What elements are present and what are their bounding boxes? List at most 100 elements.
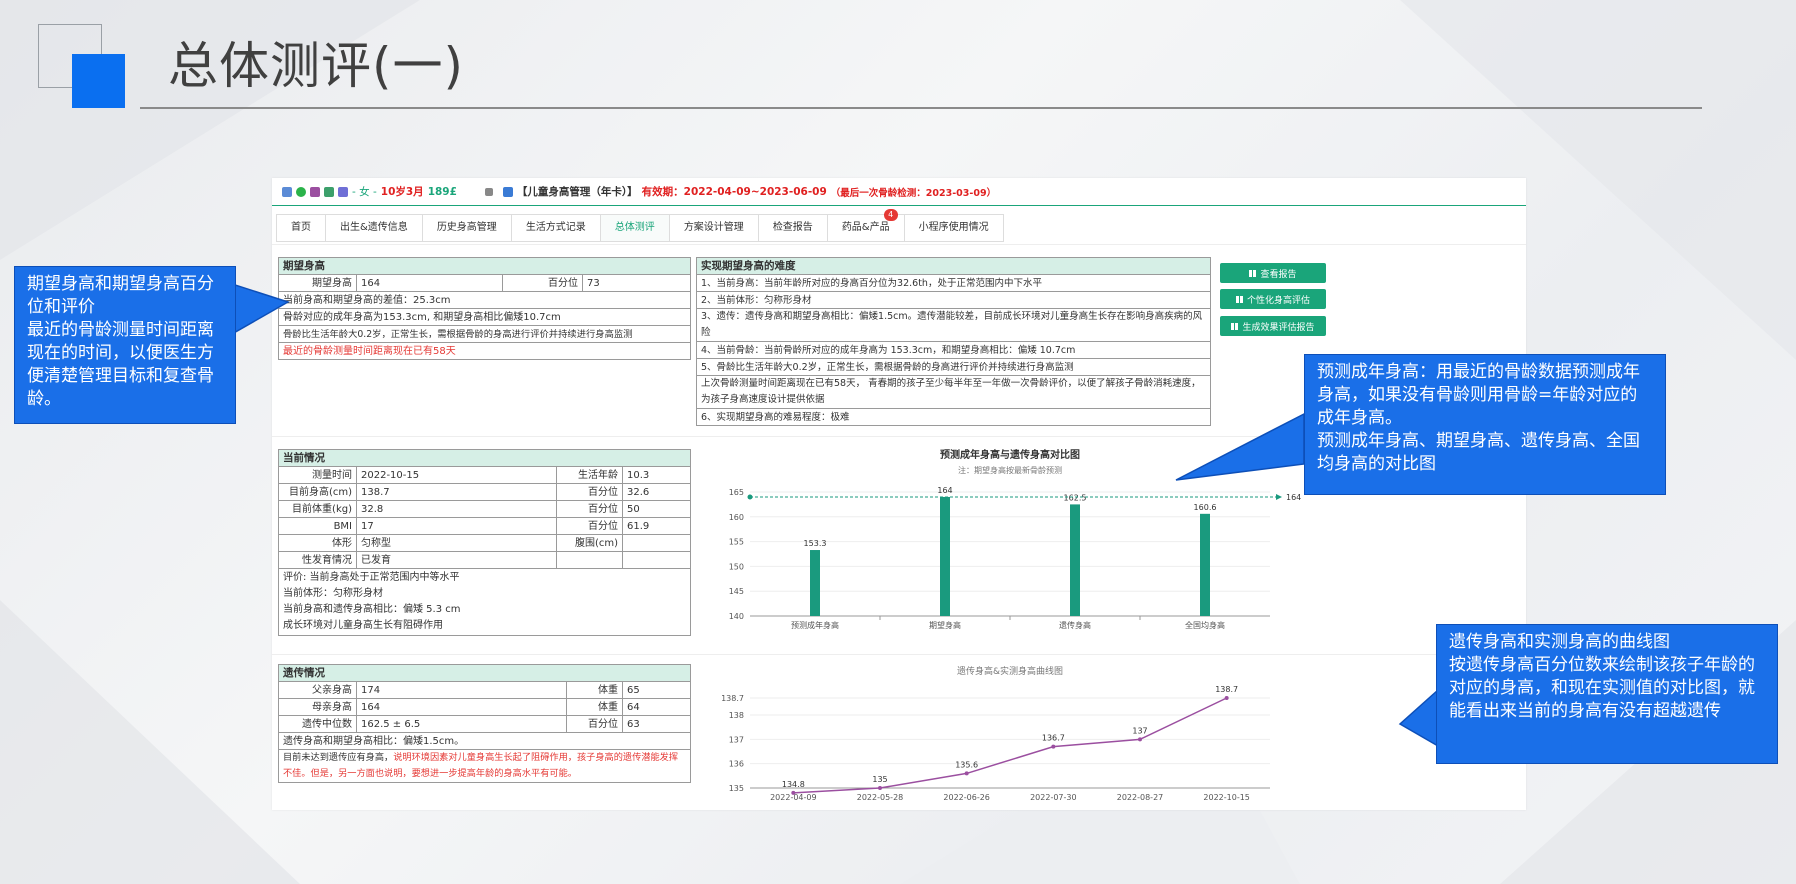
y-tick-label: 135 (729, 784, 744, 793)
difficulty-table: 实现期望身高的难度 1、当前身高：当前年龄所对应的身高百分位为32.6th，处于… (696, 257, 1211, 426)
bar (810, 550, 820, 616)
grid-icon (1235, 295, 1243, 303)
current-label (556, 551, 623, 569)
current-situation-table: 当前情况 测量时间 2022-10-15 生活年龄 10.3 目前身高(cm) 138.… (278, 449, 691, 636)
current-label: 目前身高(cm) (278, 483, 357, 501)
evaluation-line: 评价: 当前身高处于正常范围内中等水平 (283, 572, 460, 583)
data-label: 138.7 (1215, 685, 1238, 694)
line-chart-height-curve: 遗传身高&实测身高曲线图 135 136 137 138 138.7 134.8 2022-0… (721, 665, 1270, 802)
x-tick-label: 预测成年身高 (791, 620, 839, 630)
difficulty-item: 2、当前体形：匀称形身材 (696, 291, 1211, 309)
decorative-square-blue (72, 54, 125, 108)
reference-start-point (747, 494, 753, 500)
genetic-value: 162.5 ± 6.5 (356, 715, 567, 733)
tab-birth-genetic[interactable]: 出生&遗传信息 (325, 214, 422, 242)
grid-icon (1249, 269, 1257, 277)
tab-reports[interactable]: 检查报告 (757, 214, 827, 242)
expected-line: 骨龄对应的成年身高为153.3cm, 和期望身高相比偏矮10.7cm (278, 308, 691, 326)
current-value: 已发育 (356, 551, 557, 569)
y-tick-label: 160 (729, 513, 744, 522)
current-value: 50 (622, 500, 691, 518)
personal-evaluation-button[interactable]: 个性化身高评估 (1220, 289, 1326, 309)
bar-value-label: 160.6 (1194, 503, 1217, 512)
bar (1200, 513, 1210, 616)
personal-evaluation-label: 个性化身高评估 (1246, 295, 1310, 306)
callout-bottom-right: 遗传身高和实测身高的曲线图 按遗传身高百分位数来绘制该孩子年龄的对应的身高，和现… (1436, 624, 1778, 764)
y-tick-label: 145 (729, 587, 744, 596)
chart-title: 预测成年身高与遗传身高对比图 (940, 448, 1080, 461)
genetic-line: 遗传身高和期望身高相比：偏矮1.5cm。 (278, 732, 691, 750)
data-label: 135.6 (955, 760, 978, 769)
tab-miniprogram[interactable]: 小程序使用情况 (903, 214, 1004, 242)
callout-pointer-left (232, 284, 290, 335)
genetic-value: 64 (622, 698, 691, 716)
genetic-note-a: 目前未达到遗传应有身高， (283, 752, 394, 763)
genetic-value: 174 (356, 681, 567, 699)
genetic-label: 体重 (566, 698, 623, 716)
tab-lifestyle[interactable]: 生活方式记录 (510, 214, 600, 242)
last-bone-age-check: （最后一次骨龄检测：2023-03-09） (830, 187, 997, 199)
tab-products[interactable]: 药品&产品 4 (826, 209, 904, 242)
current-value: 61.9 (622, 517, 691, 535)
callout-pointer-top-right (1175, 412, 1305, 481)
evaluation-line: 当前身高和遗传身高相比：偏矮 5.3 cm (283, 604, 461, 615)
y-tick-label: 165 (729, 488, 744, 497)
difficulty-item: 上次骨龄测量时间距离现在已有58天， 青春期的孩子至少每半年至一年做一次骨龄评价… (696, 375, 1211, 409)
expected-line: 当前身高和期望身高的差值：25.3cm (278, 291, 691, 309)
current-label: 性发育情况 (278, 551, 357, 569)
generate-report-button[interactable]: 生成效果评估报告 (1220, 316, 1326, 336)
tab-home[interactable]: 首页 (276, 214, 325, 242)
current-value: 10.3 (622, 466, 691, 484)
data-label: 136.7 (1042, 734, 1065, 743)
person-icon (282, 186, 292, 197)
x-tick-label: 2022-05-28 (857, 793, 904, 802)
plan-name: 【儿童身高管理（年卡）】 (516, 186, 638, 198)
current-value: 32.6 (622, 483, 691, 501)
bar-value-label: 153.3 (804, 539, 827, 548)
tab-divider (272, 244, 1526, 245)
current-label: 体形 (278, 534, 357, 552)
callout-left: 期望身高和期望身高百分位和评价 最近的骨龄测量时间距离现在的时间，以便医生方便清… (14, 266, 236, 424)
current-value: 17 (356, 517, 557, 535)
current-label: 百分位 (556, 483, 623, 501)
validity: 有效期：2022-04-09~2023-06-09 (641, 186, 827, 198)
bone-age-days-line: 最近的骨龄测量时间距离现在已有58天 (278, 342, 691, 360)
data-point (1138, 737, 1142, 742)
y-tick-label: 138.7 (721, 694, 744, 703)
edit-icon[interactable] (484, 187, 493, 196)
chart-subtitle: 注：期望身高按最新骨龄预测 (958, 465, 1062, 475)
current-label: 测量时间 (278, 466, 357, 484)
expected-height-table: 期望身高 期望身高 164 百分位 73 当前身高和期望身高的差值：25.3cm… (278, 257, 691, 360)
callout-pointer-bottom-right (1398, 688, 1439, 748)
y-tick-label: 136 (729, 760, 744, 769)
generate-report-label: 生成效果评估报告 (1242, 322, 1315, 333)
current-value (622, 534, 691, 552)
callout-top-right: 预测成年身高：用最近的骨龄数据预测成年身高，如果没有骨龄则用骨龄=年龄对应的成年… (1304, 354, 1666, 495)
bar (940, 496, 950, 616)
chat-icon[interactable] (296, 186, 306, 197)
bar (1070, 504, 1080, 616)
difficulty-item: 1、当前身高：当前年龄所对应的身高百分位为32.6th，处于正常范围内中下水平 (696, 274, 1211, 292)
series-line (793, 697, 1227, 794)
view-report-button[interactable]: 查看报告 (1220, 263, 1326, 283)
evaluation-line: 当前体形：匀称形身材 (283, 588, 383, 599)
tab-bar: 首页 出生&遗传信息 历史身高管理 生活方式记录 总体测评 方案设计管理 检查报… (276, 209, 1004, 242)
expected-pct-label: 百分位 (502, 274, 583, 292)
view-report-label: 查看报告 (1260, 269, 1297, 280)
patient-phone: 189£ (427, 185, 457, 198)
difficulty-item: 6、实现期望身高的难易程度：极难 (696, 408, 1211, 426)
chart-title: 遗传身高&实测身高曲线图 (957, 665, 1063, 677)
data-point (878, 786, 882, 790)
current-label: 生活年龄 (556, 466, 623, 484)
expected-pct-value: 73 (582, 274, 691, 292)
tab-height-history[interactable]: 历史身高管理 (421, 214, 511, 242)
x-tick-label: 2022-04-09 (770, 793, 817, 802)
difficulty-item: 5、骨龄比生活年龄大0.2岁，正常生长，需根据骨龄的身高进行评价并持续进行身高监… (696, 358, 1211, 376)
tab-plan-design[interactable]: 方案设计管理 (668, 214, 758, 242)
tag-icon (338, 186, 348, 197)
tab-overall-evaluation[interactable]: 总体测评 (599, 214, 669, 242)
evaluation-line: 成长环境对儿童身高生长有阻碍作用 (283, 620, 443, 631)
difficulty-item: 4、当前骨龄：当前骨龄所对应的成年身高为 153.3cm，和期望身高相比：偏矮 … (696, 341, 1211, 359)
genetic-label: 体重 (566, 681, 623, 699)
expected-line: 骨龄比生活年龄大0.2岁，正常生长，需根据骨龄的身高进行评价并持续进行身高监测 (278, 325, 691, 343)
